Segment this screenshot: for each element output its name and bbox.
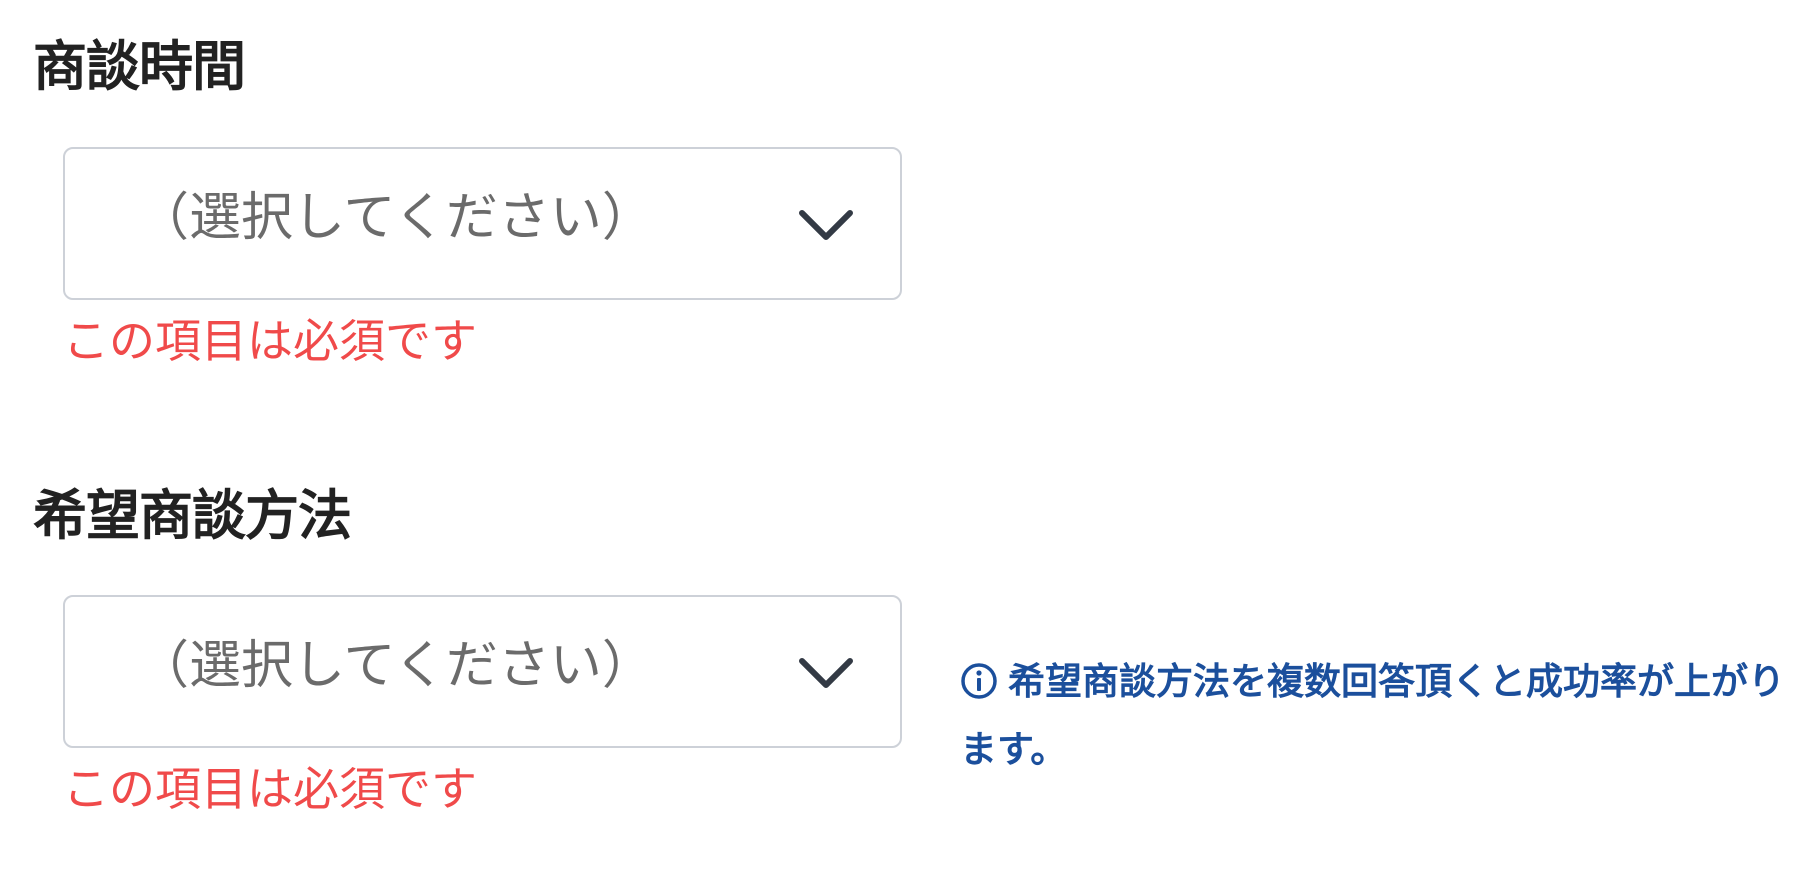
preferred-meeting-method-hint: 希望商談方法を複数回答頂くと成功率が上がります。: [960, 648, 1790, 784]
preferred-meeting-method-select[interactable]: （選択してください）: [63, 595, 902, 748]
preferred-meeting-method-select-value: （選択してください）: [137, 636, 654, 696]
meeting-duration-select-value: （選択してください）: [137, 188, 654, 248]
meeting-duration-select[interactable]: （選択してください）: [63, 147, 902, 300]
chevron-down-icon: [796, 205, 856, 245]
info-icon: [960, 654, 998, 699]
meeting-duration-error: この項目は必須です: [63, 314, 477, 368]
chevron-down-icon: [796, 653, 856, 693]
preferred-meeting-method-error: この項目は必須です: [63, 762, 477, 816]
hint-text: 希望商談方法を複数回答頂くと成功率が上がります。: [960, 660, 1785, 771]
preferred-meeting-method-label: 希望商談方法: [33, 484, 352, 547]
meeting-duration-label: 商談時間: [33, 35, 246, 98]
